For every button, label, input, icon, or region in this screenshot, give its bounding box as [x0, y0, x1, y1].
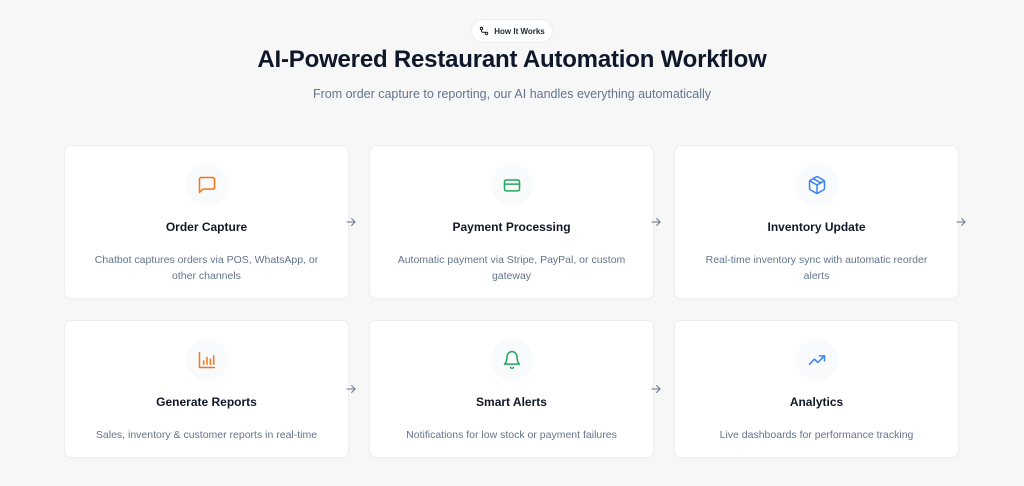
step-title: Smart Alerts — [476, 395, 547, 409]
icon-circle — [796, 164, 838, 206]
arrow-right-icon — [954, 215, 968, 229]
icon-circle — [491, 339, 533, 381]
step-title: Inventory Update — [767, 220, 866, 234]
icon-circle — [491, 164, 533, 206]
message-square-icon — [198, 176, 216, 194]
bell-icon — [503, 350, 521, 370]
page-subtitle: From order capture to reporting, our AI … — [312, 87, 712, 101]
step-description: Chatbot captures orders via POS, WhatsAp… — [94, 254, 319, 282]
step-description: Notifications for low stock or payment f… — [406, 429, 617, 441]
package-icon — [808, 175, 826, 195]
how-it-works-badge: How It Works — [472, 20, 552, 42]
step-card-order-capture: Order Capture Chatbot captures orders vi… — [65, 146, 348, 298]
step-card-analytics: Analytics Live dashboards for performanc… — [675, 321, 958, 457]
step-card-payment-processing: Payment Processing Automatic payment via… — [370, 146, 653, 298]
step-title: Analytics — [789, 395, 844, 409]
step-description: Sales, inventory & customer reports in r… — [95, 429, 318, 441]
icon-circle — [796, 339, 838, 381]
step-card-smart-alerts: Smart Alerts Notifications for low stock… — [370, 321, 653, 457]
step-description: Real-time inventory sync with automatic … — [705, 254, 928, 282]
arrow-right-icon — [344, 382, 358, 396]
credit-card-icon — [503, 179, 521, 192]
step-description: Live dashboards for performance tracking — [719, 429, 914, 441]
arrow-right-icon — [649, 382, 663, 396]
arrow-right-icon — [649, 215, 663, 229]
step-title: Payment Processing — [452, 220, 571, 234]
step-title: Generate Reports — [156, 395, 257, 409]
workflow-icon — [480, 26, 489, 36]
arrow-right-icon — [344, 215, 358, 229]
badge-label: How It Works — [494, 26, 545, 36]
bar-chart-icon — [198, 351, 216, 369]
step-description: Automatic payment via Stripe, PayPal, or… — [397, 254, 626, 282]
icon-circle — [186, 164, 228, 206]
step-card-inventory-update: Inventory Update Real-time inventory syn… — [675, 146, 958, 298]
step-card-generate-reports: Generate Reports Sales, inventory & cust… — [65, 321, 348, 457]
page-title: AI-Powered Restaurant Automation Workflo… — [257, 46, 767, 73]
step-title: Order Capture — [165, 220, 248, 234]
trending-up-icon — [808, 355, 826, 365]
icon-circle — [186, 339, 228, 381]
